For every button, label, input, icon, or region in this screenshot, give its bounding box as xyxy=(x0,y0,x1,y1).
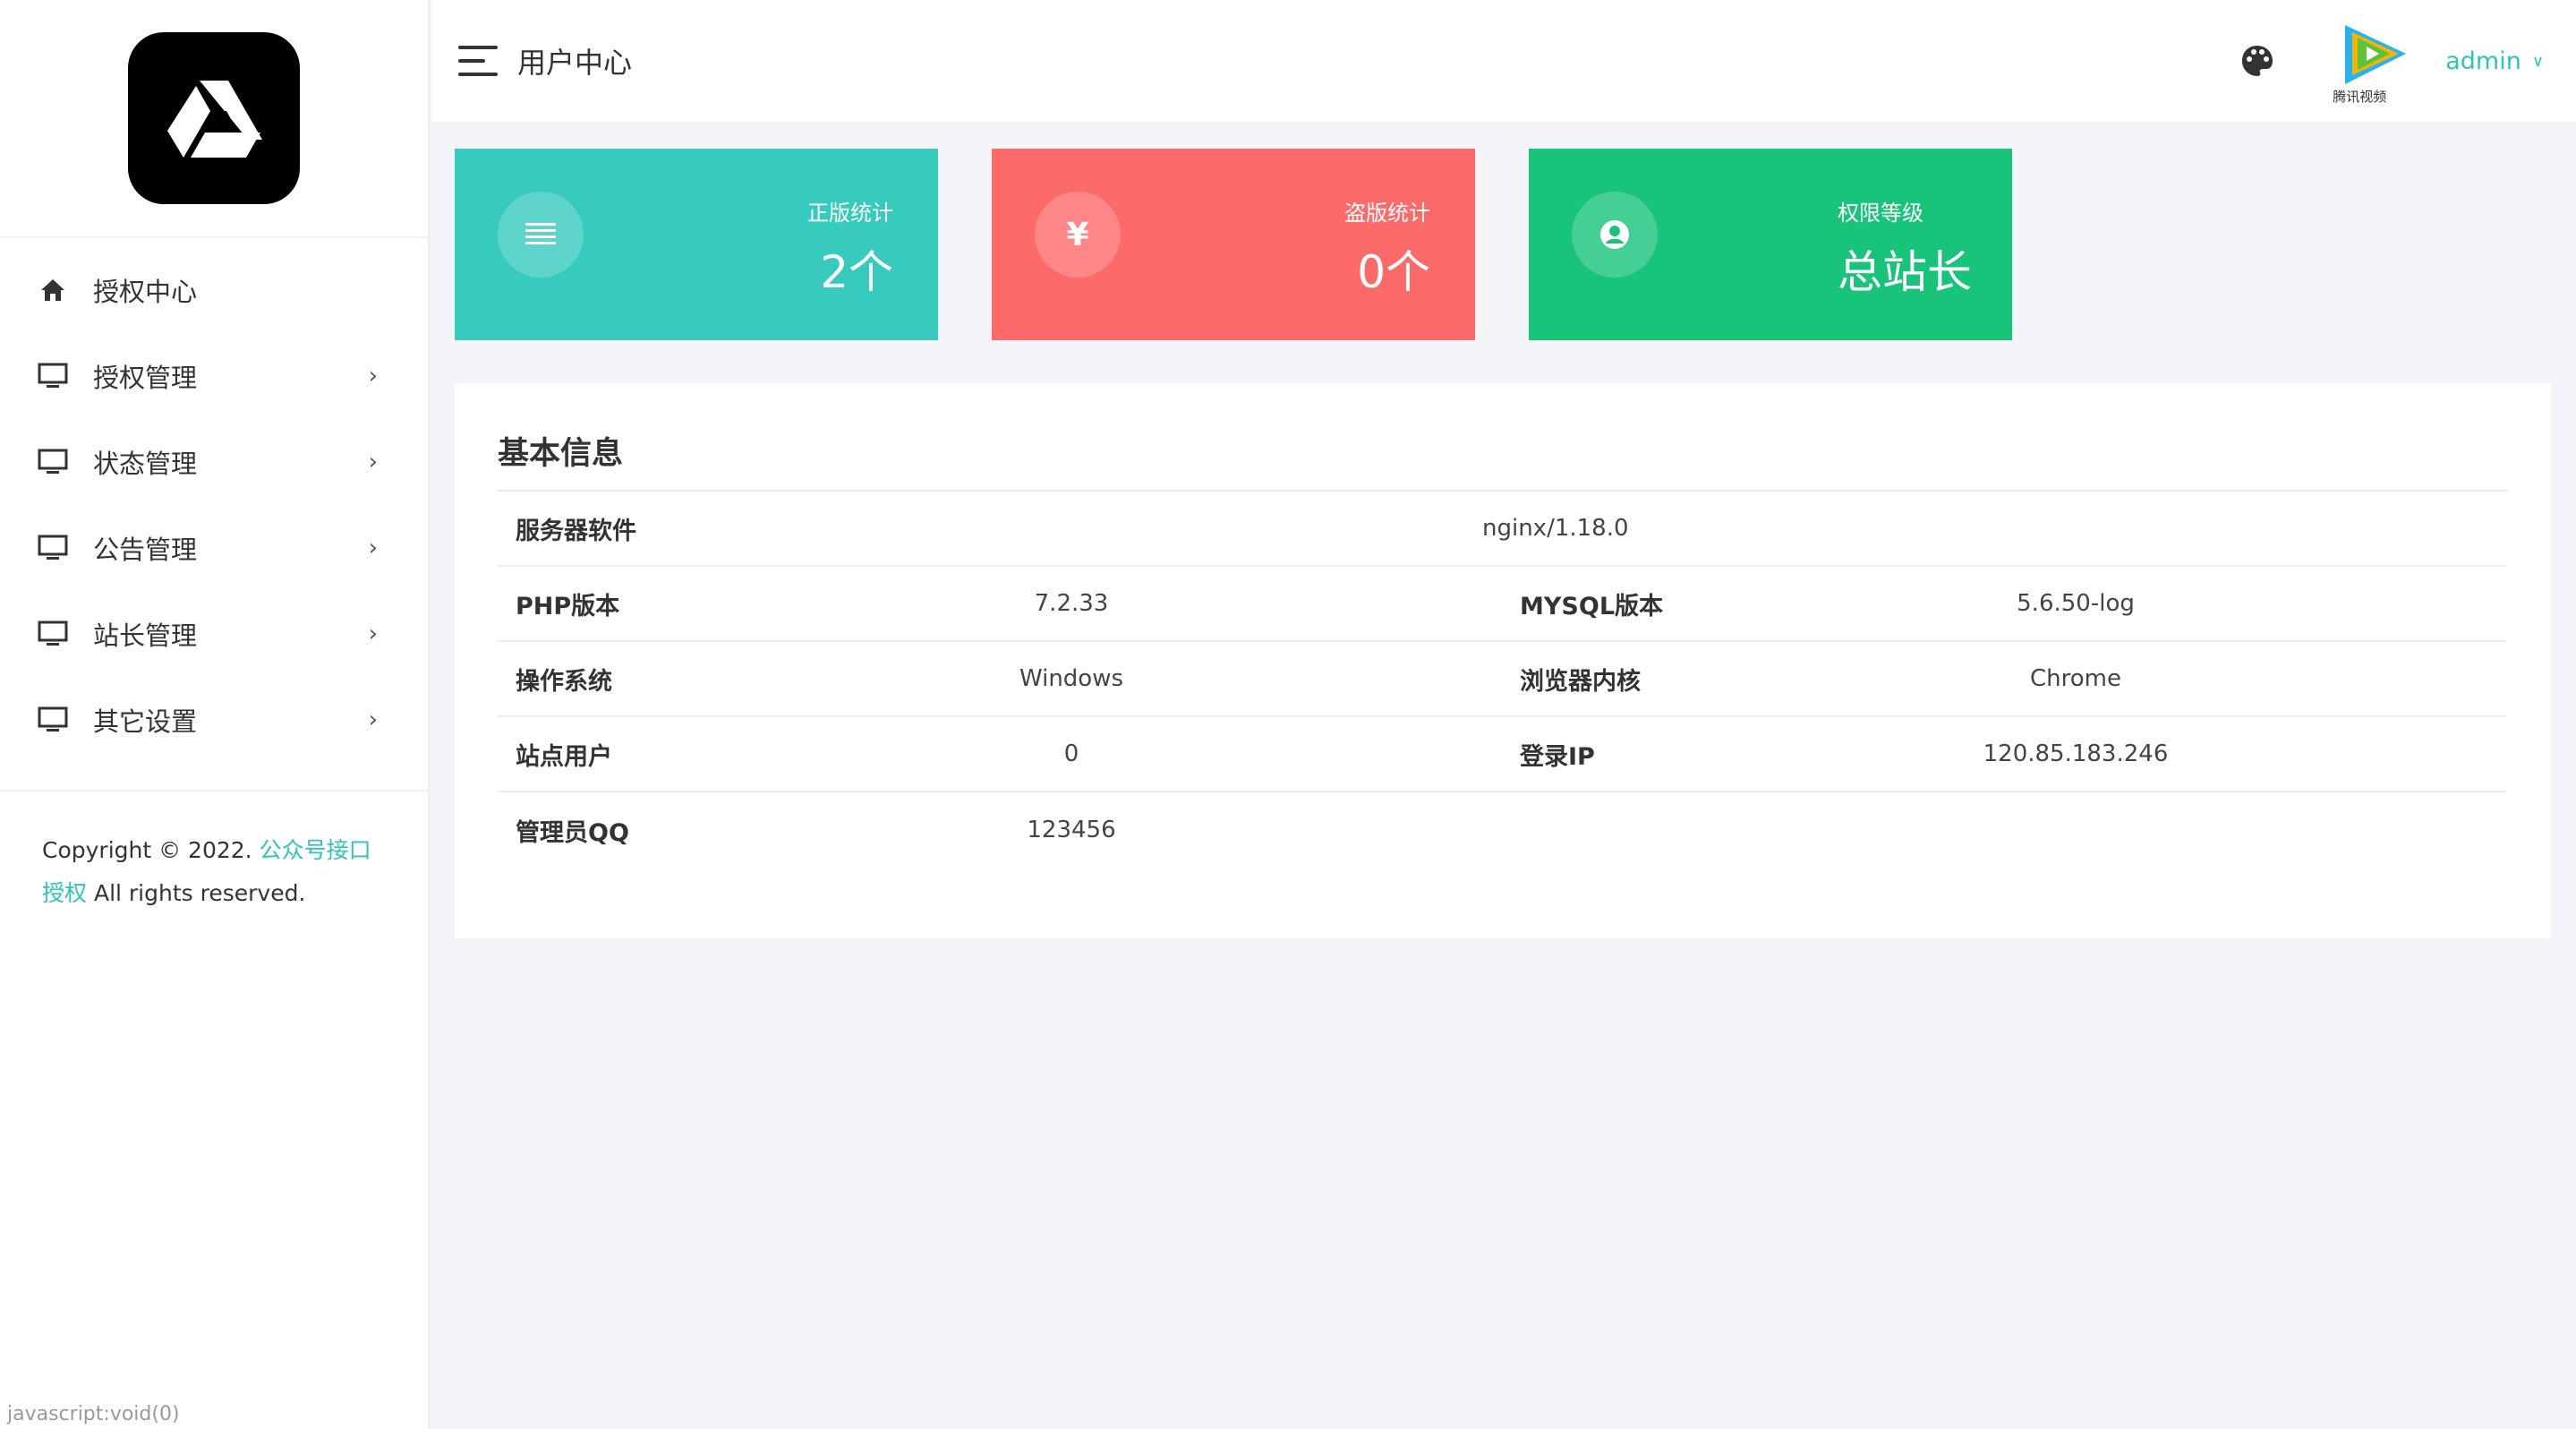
info-value: 120.85.183.246 xyxy=(1983,740,2169,767)
list-icon xyxy=(498,192,584,278)
page-title: 用户中心 xyxy=(517,46,633,80)
logo-area xyxy=(0,0,428,238)
chevron-right-icon: › xyxy=(368,535,378,561)
stat-value: 总站长 xyxy=(1838,246,1972,298)
info-table: 服务器软件 nginx/1.18.0 PHP版本 7.2.33 MYSQL版本 … xyxy=(498,492,2508,868)
info-value: Chrome xyxy=(2030,665,2121,692)
sidebar-item-label: 授权管理 xyxy=(93,363,198,393)
basic-info-panel: 基本信息 服务器软件 nginx/1.18.0 PHP版本 7.2.33 MYS… xyxy=(455,383,2551,938)
table-cell: 操作系统 Windows xyxy=(498,642,1502,717)
info-value: 7.2.33 xyxy=(1034,590,1109,617)
sidebar-item-auth-manage[interactable]: 授权管理 › xyxy=(0,333,428,419)
browser-status-bar: javascript:void(0) xyxy=(7,1403,180,1425)
copyright: Copyright © 2022. 公众号接口授权 All rights res… xyxy=(0,792,428,915)
sidebar: 授权中心 授权管理 › 状态管理 › 公告管理 › 站长管理 › 其它设置 › … xyxy=(0,0,430,1429)
header-right: 腾讯视频 admin ∨ xyxy=(2239,20,2544,105)
info-value: 0 xyxy=(1063,740,1079,767)
info-key: 登录IP xyxy=(1520,742,1595,771)
chevron-right-icon: › xyxy=(368,620,378,647)
info-key: 操作系统 xyxy=(516,667,612,696)
panel-title: 基本信息 xyxy=(498,428,2508,492)
chevron-right-icon: › xyxy=(368,449,378,475)
table-cell: 站点用户 0 xyxy=(498,717,1502,792)
table-cell: PHP版本 7.2.33 xyxy=(498,567,1502,642)
monitor-icon xyxy=(38,363,68,389)
stat-label: 盗版统计 xyxy=(1344,201,1430,226)
app-logo[interactable] xyxy=(128,32,300,204)
sidebar-item-notice-manage[interactable]: 公告管理 › xyxy=(0,505,428,591)
avatar-caption: 腾讯视频 xyxy=(2333,89,2387,105)
sidebar-item-other-settings[interactable]: 其它设置 › xyxy=(0,677,428,763)
info-key: MYSQL版本 xyxy=(1520,592,1664,620)
stat-card-permission: 权限等级 总站长 xyxy=(1529,149,2012,340)
info-value: nginx/1.18.0 xyxy=(1482,515,1629,542)
stat-value: 0个 xyxy=(1357,246,1430,298)
sidebar-item-label: 状态管理 xyxy=(93,449,198,479)
chevron-down-icon: ∨ xyxy=(2531,51,2544,71)
info-key: PHP版本 xyxy=(516,592,620,620)
info-value: Windows xyxy=(1019,665,1124,692)
copyright-suffix: All rights reserved. xyxy=(87,880,306,906)
stat-card-pirated: ¥ 盗版统计 0个 xyxy=(992,149,1475,340)
monitor-icon xyxy=(38,449,68,475)
yen-icon: ¥ xyxy=(1035,192,1121,278)
info-value: 5.6.50-log xyxy=(2017,590,2135,617)
copyright-prefix: Copyright © 2022. xyxy=(42,837,252,863)
sidebar-item-auth-center[interactable]: 授权中心 xyxy=(0,247,428,333)
sidebar-item-label: 其它设置 xyxy=(93,706,198,737)
info-value: 123456 xyxy=(1027,817,1116,843)
sidebar-item-label: 站长管理 xyxy=(93,620,198,651)
sidebar-item-webmaster-manage[interactable]: 站长管理 › xyxy=(0,591,428,677)
sidebar-nav: 授权中心 授权管理 › 状态管理 › 公告管理 › 站长管理 › 其它设置 › xyxy=(0,238,428,792)
info-key: 服务器软件 xyxy=(516,517,636,545)
stat-label: 权限等级 xyxy=(1838,201,1923,226)
table-cell: MYSQL版本 5.6.50-log xyxy=(1502,567,2506,642)
info-key: 站点用户 xyxy=(516,742,612,771)
info-key: 浏览器内核 xyxy=(1520,667,1641,696)
monitor-icon xyxy=(38,620,68,647)
table-cell: 管理员QQ 123456 xyxy=(498,792,1502,868)
sidebar-item-label: 公告管理 xyxy=(93,535,198,565)
table-cell: 浏览器内核 Chrome xyxy=(1502,642,2506,717)
stat-label: 正版统计 xyxy=(807,201,893,226)
info-key: 管理员QQ xyxy=(516,818,629,847)
user-name: admin xyxy=(2445,47,2521,75)
menu-toggle-icon[interactable] xyxy=(458,46,498,76)
stat-card-genuine: 正版统计 2个 xyxy=(455,149,938,340)
sidebar-item-status-manage[interactable]: 状态管理 › xyxy=(0,419,428,505)
monitor-icon xyxy=(38,706,68,733)
monitor-icon xyxy=(38,535,68,561)
sidebar-item-label: 授权中心 xyxy=(93,277,198,307)
user-circle-icon xyxy=(1572,192,1658,278)
palette-icon[interactable] xyxy=(2239,43,2275,79)
top-header: 用户中心 腾讯视频 admin ∨ xyxy=(431,0,2576,122)
avatar[interactable]: 腾讯视频 xyxy=(2333,20,2411,105)
user-menu[interactable]: admin ∨ xyxy=(2445,47,2544,75)
stat-value: 2个 xyxy=(820,246,893,298)
home-icon xyxy=(38,277,68,304)
chevron-right-icon: › xyxy=(368,706,378,733)
table-row: 服务器软件 nginx/1.18.0 xyxy=(498,492,2506,567)
stat-cards: 正版统计 2个 ¥ 盗版统计 0个 权限等级 总站长 xyxy=(455,149,2012,340)
chevron-right-icon: › xyxy=(368,363,378,389)
table-cell: 登录IP 120.85.183.246 xyxy=(1502,717,2506,792)
